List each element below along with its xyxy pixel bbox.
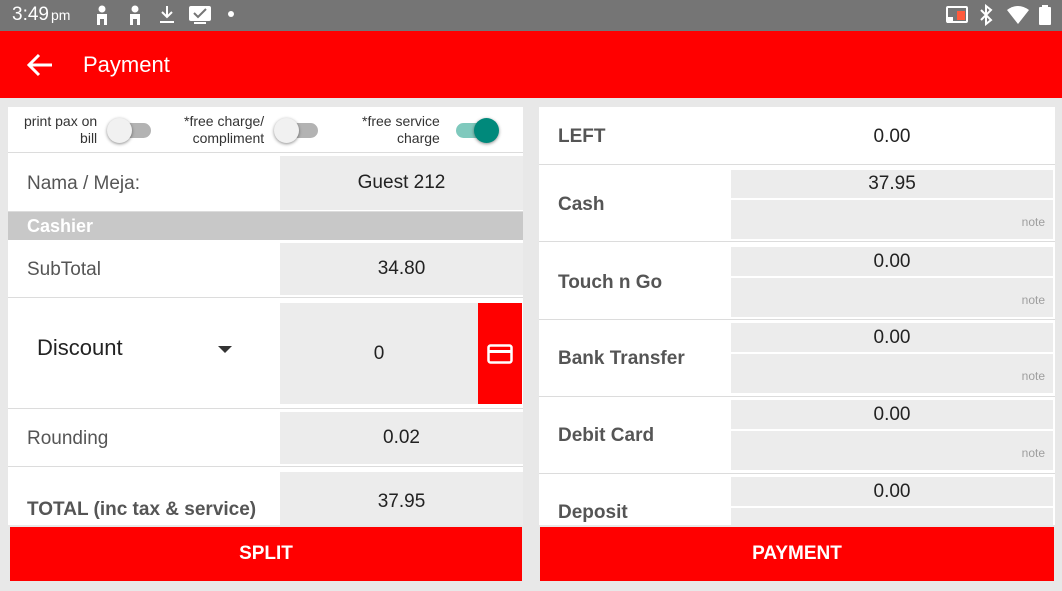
status-time-value: 3:49	[12, 4, 49, 25]
message-icon	[189, 6, 211, 24]
free-service-toggle[interactable]	[450, 115, 500, 145]
status-time-ampm: pm	[50, 7, 71, 23]
free-service-label-line2: charge	[397, 130, 440, 146]
payment-methods-panel: LEFT 0.00 Cash 37.95 note Touch n Go 0.0…	[539, 107, 1055, 525]
toggle-thumb	[107, 118, 133, 143]
payment-method-row: Touch n Go 0.00 note	[539, 242, 1055, 320]
payment-method-row: Debit Card 0.00 note	[539, 397, 1055, 474]
name-table-label: Nama / Meja:	[27, 173, 140, 194]
discount-dropdown-label: Discount	[37, 335, 123, 360]
order-summary-panel: print pax on bill *free charge/ complime…	[8, 107, 523, 525]
discount-card-button[interactable]	[478, 303, 522, 404]
note-placeholder: note	[1021, 293, 1045, 307]
page-title: Payment	[83, 52, 170, 77]
free-charge-toggle-group: *free charge/ compliment	[184, 113, 324, 147]
app-bar: Payment	[0, 31, 1062, 98]
print-pax-toggle[interactable]	[107, 115, 157, 145]
more-notifications-dot-icon	[228, 11, 234, 17]
payment-button[interactable]: PAYMENT	[540, 527, 1054, 581]
status-time: 3:49 pm	[12, 4, 70, 26]
total-value: 37.95	[280, 472, 523, 525]
note-placeholder: note	[1021, 446, 1045, 460]
cast-icon	[946, 6, 968, 23]
print-pax-label-line1: print pax on	[24, 113, 98, 129]
note-placeholder: note	[1021, 369, 1045, 383]
payment-method-label: Deposit	[558, 502, 628, 523]
payment-method-label: Cash	[558, 194, 605, 215]
note-placeholder: note	[1021, 215, 1045, 229]
subtotal-row: SubTotal 34.80	[8, 240, 523, 298]
left-amount-label: LEFT	[558, 126, 606, 147]
print-pax-toggle-group: print pax on bill	[24, 113, 157, 147]
free-charge-label: *free charge/ compliment	[184, 113, 264, 147]
bank-transfer-note-input[interactable]: note	[731, 354, 1053, 393]
total-label: TOTAL (inc tax & service)	[27, 499, 257, 520]
left-amount-row: LEFT 0.00	[539, 107, 1055, 165]
subtotal-value: 34.80	[280, 243, 523, 295]
deposit-amount-input[interactable]: 0.00	[731, 477, 1053, 506]
toggle-thumb	[473, 118, 499, 143]
debit-card-note-input[interactable]: note	[731, 431, 1053, 470]
back-arrow-icon	[26, 53, 52, 77]
cash-note-input[interactable]: note	[731, 200, 1053, 239]
left-amount-value: 0.00	[873, 126, 911, 147]
toggle-thumb	[274, 118, 300, 143]
payment-method-row: Bank Transfer 0.00 note	[539, 320, 1055, 397]
deposit-note-input[interactable]: note	[731, 508, 1053, 525]
rounding-label: Rounding	[27, 428, 109, 449]
credit-card-icon	[487, 343, 513, 364]
payment-method-row: Cash 37.95 note	[539, 165, 1055, 242]
split-button[interactable]: SPLIT	[10, 527, 522, 581]
battery-icon	[1039, 5, 1051, 25]
free-charge-toggle[interactable]	[274, 115, 324, 145]
free-charge-label-line1: *free charge/	[184, 113, 265, 129]
discount-input[interactable]: 0	[280, 303, 478, 404]
bank-transfer-amount-input[interactable]: 0.00	[731, 323, 1053, 352]
cash-amount-input[interactable]: 37.95	[731, 170, 1053, 198]
payment-method-label: Touch n Go	[558, 272, 663, 293]
free-service-label: *free service charge	[362, 113, 440, 147]
total-row: TOTAL (inc tax & service) 37.95	[8, 467, 523, 525]
cashier-section-title: Cashier	[27, 216, 94, 236]
free-service-toggle-group: *free service charge	[362, 113, 500, 147]
name-table-field[interactable]: Guest 212	[280, 156, 523, 210]
touchngo-note-input[interactable]: note	[731, 278, 1053, 317]
notification-person-icon	[130, 5, 140, 25]
dropdown-caret-icon	[218, 346, 232, 353]
free-charge-label-line2: compliment	[192, 130, 265, 146]
discount-row: Discount 0	[8, 298, 523, 409]
payment-method-row: Deposit 0.00 note	[539, 474, 1055, 525]
print-pax-label-line2: bill	[80, 130, 98, 146]
options-toggles-row: print pax on bill *free charge/ complime…	[8, 107, 523, 153]
debit-card-amount-input[interactable]: 0.00	[731, 400, 1053, 429]
free-service-label-line1: *free service	[362, 113, 440, 129]
subtotal-label: SubTotal	[27, 259, 101, 280]
payment-method-label: Debit Card	[558, 425, 655, 446]
rounding-row: Rounding 0.02	[8, 409, 523, 467]
name-table-row: Nama / Meja: Guest 212	[8, 153, 523, 212]
touchngo-amount-input[interactable]: 0.00	[731, 247, 1053, 276]
bluetooth-icon	[980, 4, 993, 26]
notification-person-icon	[97, 5, 107, 25]
wifi-icon	[1007, 6, 1029, 24]
status-bar: 3:49 pm	[0, 0, 1062, 31]
download-icon	[160, 6, 174, 23]
payment-method-label: Bank Transfer	[558, 348, 685, 369]
rounding-value: 0.02	[280, 412, 523, 464]
note-placeholder: note	[1022, 523, 1045, 525]
print-pax-label: print pax on bill	[24, 113, 97, 147]
back-button[interactable]	[22, 49, 58, 81]
cashier-section-header: Cashier	[8, 212, 523, 240]
